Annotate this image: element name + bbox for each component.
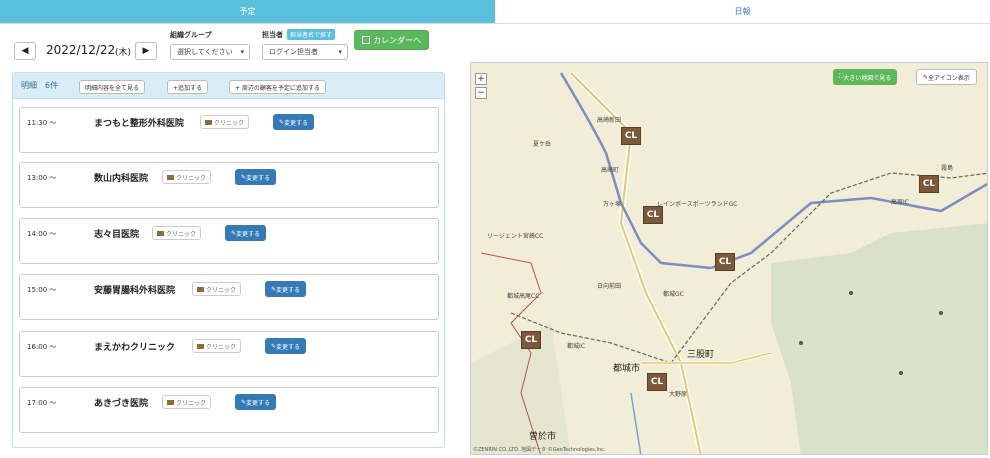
map-label: 三股町 [687, 350, 715, 360]
clinic-marker[interactable]: CL [919, 175, 939, 193]
clinic-marker[interactable]: CL [715, 253, 735, 271]
map-label: 夏ケ岳 [533, 141, 552, 148]
map-label: 万ヶ塚 [603, 201, 622, 208]
map-label: 曽於市 [529, 432, 557, 442]
chevron-left-icon: ◀ [21, 46, 29, 56]
edit-button[interactable]: ✎ 変更する [235, 169, 277, 185]
item-time: 15:00 〜 [27, 286, 57, 294]
prev-day-button[interactable]: ◀ [14, 42, 36, 60]
clinic-icon [167, 174, 174, 180]
clinic-marker[interactable]: CL [621, 127, 641, 145]
add-button[interactable]: +追加する [167, 80, 209, 94]
item-name[interactable]: あきづき医院 [94, 396, 148, 409]
category-tag: クリニック [162, 170, 212, 184]
all-icons-button[interactable]: ✎ 全アイコン表示 [916, 69, 977, 85]
zoom-out-button[interactable]: − [475, 87, 487, 99]
category-tag: クリニック [152, 226, 202, 240]
edit-button[interactable]: ✎ 変更する [225, 225, 267, 241]
schedule-item[interactable]: 17:00 〜 あきづき医院 クリニック ✎ 変更する [19, 387, 439, 433]
map-label: 高原IC [891, 199, 909, 206]
item-time: 13:00 〜 [27, 174, 57, 182]
clinic-icon [197, 343, 204, 349]
item-name[interactable]: 志々目医院 [94, 227, 139, 240]
owner-label: 担当者 [262, 31, 283, 39]
item-name[interactable]: 数山内科医院 [94, 171, 148, 184]
group-label: 組織グループ [170, 31, 212, 39]
current-date: 2022/12/22 [46, 43, 116, 57]
item-count: 6件 [45, 81, 59, 90]
add-nearby-customers-button[interactable]: + 周辺の顧客を予定に追加する [229, 80, 326, 94]
schedule-item[interactable]: 11:30 〜 まつもと整形外科医院 クリニック ✎ 変更する [19, 107, 439, 153]
item-time: 17:00 〜 [27, 399, 57, 407]
calendar-button[interactable]: カレンダーへ [354, 30, 429, 50]
big-map-button[interactable]: ⛶ 大きい地図で見る [833, 69, 898, 85]
chevron-down-icon: ▾ [338, 48, 342, 56]
item-name[interactable]: 安藤胃腸科外科医院 [94, 283, 175, 296]
schedule-item[interactable]: 14:00 〜 志々目医院 クリニック ✎ 変更する [19, 218, 439, 264]
map-label: 霧島 [941, 165, 954, 172]
map-label: 高崎町 [601, 167, 620, 174]
owner-search-badge[interactable]: 担当者名で探す [287, 29, 336, 40]
calendar-icon [362, 36, 370, 44]
item-time: 14:00 〜 [27, 230, 57, 238]
item-name[interactable]: まえかわクリニック [94, 340, 175, 353]
category-tag: クリニック [192, 282, 242, 296]
map-label: 都城IC [567, 343, 585, 350]
schedule-list-panel: 明細 6件 明細内容を全て見る +追加する + 周辺の顧客を予定に追加する 11… [12, 72, 445, 448]
item-time: 16:00 〜 [27, 343, 57, 351]
clinic-icon [205, 119, 212, 125]
map-copyright: ©ZENRIN CO.,LTD. 地図データ ©GeoTechnologies,… [473, 447, 606, 453]
schedule-item[interactable]: 16:00 〜 まえかわクリニック クリニック ✎ 変更する [19, 331, 439, 377]
schedule-controls: ◀ 2022/12/22 (木) ▶ 組織グループ 選択してください ▾ 担当者 … [0, 26, 460, 70]
map-label: レインボースポーツランドGC [657, 201, 738, 208]
tab-bar: 予定 日報 [0, 0, 990, 24]
chevron-down-icon: ▾ [240, 48, 244, 56]
edit-button[interactable]: ✎ 変更する [265, 281, 307, 297]
edit-button[interactable]: ✎ 変更する [273, 114, 315, 130]
map-label: 都城GC [663, 291, 684, 298]
view-all-details-button[interactable]: 明細内容を全て見る [79, 80, 146, 94]
clinic-icon [197, 286, 204, 292]
clinic-marker[interactable]: CL [643, 206, 663, 224]
category-tag: クリニック [162, 395, 212, 409]
edit-button[interactable]: ✎ 変更する [235, 394, 277, 410]
map-label: リージェント宮崎CC [487, 233, 544, 240]
clinic-marker[interactable]: CL [521, 331, 541, 349]
item-name[interactable]: まつもと整形外科医院 [94, 116, 184, 129]
current-weekday: (木) [115, 48, 132, 58]
map-label: 都城市 [613, 364, 641, 374]
schedule-item[interactable]: 13:00 〜 数山内科医院 クリニック ✎ 変更する [19, 162, 439, 208]
clinic-icon [167, 399, 174, 405]
map-label: 高崎新田 [597, 117, 622, 124]
panel-title: 明細 [21, 81, 37, 90]
tab-schedule[interactable]: 予定 [0, 0, 495, 23]
clinic-marker[interactable]: CL [647, 373, 667, 391]
category-tag: クリニック [200, 115, 250, 129]
schedule-item[interactable]: 15:00 〜 安藤胃腸科外科医院 クリニック ✎ 変更する [19, 274, 439, 320]
chevron-right-icon: ▶ [142, 46, 150, 56]
map-label: 都城高尾CC [507, 293, 540, 300]
zoom-in-button[interactable]: + [475, 73, 487, 85]
group-select[interactable]: 選択してください ▾ [170, 44, 250, 60]
map-view[interactable]: + − ⛶ 大きい地図で見る ✎ 全アイコン表示 CL CL CL CL CL … [470, 62, 988, 455]
next-day-button[interactable]: ▶ [135, 42, 157, 60]
item-time: 11:30 〜 [27, 119, 57, 127]
tab-daily-report[interactable]: 日報 [495, 0, 990, 23]
map-label: 大野原 [669, 391, 688, 398]
map-label: 日向前田 [597, 283, 622, 290]
owner-select[interactable]: ログイン担当者 ▾ [262, 44, 348, 60]
category-tag: クリニック [192, 339, 242, 353]
clinic-icon [157, 230, 164, 236]
edit-button[interactable]: ✎ 変更する [265, 338, 307, 354]
